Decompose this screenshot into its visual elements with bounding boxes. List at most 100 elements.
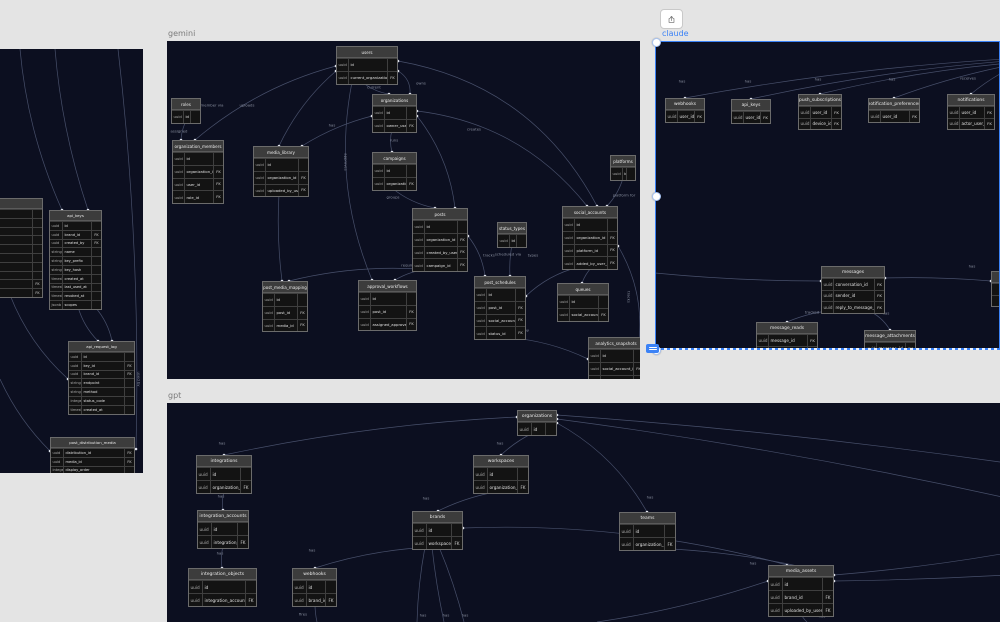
cell-key: FK <box>808 345 817 350</box>
edge-label: tracks <box>483 252 495 258</box>
table-row: uuid brand_id FK <box>769 590 833 603</box>
table-integration_accounts[interactable]: integration_accounts uuid id uuid integratio… <box>197 510 249 549</box>
table-organization_members[interactable]: organization_members uuid id uuid organizati… <box>172 140 224 205</box>
table-analytics_snapshots[interactable]: analytics_snapshots uuid id uuid social_acco… <box>588 337 640 379</box>
table-header: post_distribution_media <box>51 438 134 448</box>
cell-key: FK <box>407 317 416 331</box>
table-row: uuidid <box>198 522 248 535</box>
table-row: uuiduser_idFK <box>799 106 841 118</box>
edge <box>496 336 589 360</box>
table-notification_preferences[interactable]: notification_preferences uuid user_id FK <box>868 98 920 123</box>
table-post_distribution_media[interactable]: post_distribution_media uuid distribution_… <box>50 437 135 473</box>
table-roles[interactable]: roles uuid id <box>171 98 201 124</box>
cell-name: id <box>532 422 546 435</box>
table-row <box>0 226 42 236</box>
table-post_schedules[interactable]: post_schedules uuid id uuid post_id FK uuid soc… <box>474 276 526 341</box>
table-post_media_mapping[interactable]: post_media_mapping uuid id uuid post_id FK uui… <box>262 281 308 333</box>
selection-handle-top-left[interactable] <box>651 37 661 47</box>
table-media_library[interactable]: media_library uuid id uuid organization_id FK… <box>253 146 309 198</box>
cell-name: social_account_id <box>487 313 516 327</box>
table-organizations[interactable]: organizations uuid id <box>517 410 557 436</box>
cell-type: string <box>69 378 82 388</box>
cell-key <box>634 349 640 362</box>
table-messages[interactable]: messages uuid conversation_id FK uuid sender_… <box>821 266 885 314</box>
table-api_keys[interactable]: api_keys uuid user_id FK <box>731 99 771 124</box>
frame-gpt[interactable]: hashashashashashashashashasfireshashasha… <box>167 403 1000 622</box>
frame-label-gemini[interactable]: gemini <box>168 29 195 39</box>
cell-type: uuid <box>563 256 575 270</box>
table-media_assets[interactable]: media_assets uuid id uuid brand_id FK uuid uplo… <box>768 565 834 617</box>
diagram-canvas[interactable]: used by FK FK api_keys uuid id uuid brand_id FK u… <box>0 0 1000 622</box>
table-row: uuidid <box>69 352 134 361</box>
table-webhooks[interactable]: webhooks uuid user_id FK <box>665 98 705 123</box>
table-row: uuiduser_idFK <box>732 111 770 123</box>
edge <box>0 378 51 452</box>
table-status_types[interactable]: status_types uuid id <box>497 222 527 248</box>
table-social_accounts[interactable]: social_accounts uuid id uuid organization_id… <box>562 206 618 271</box>
table-api_keys[interactable]: api_keys uuid id uuid brand_id FK uuid created_… <box>49 210 102 310</box>
table-campaigns[interactable]: campaignsuuididuuidorganization_idFK <box>372 152 417 191</box>
frame-label-gpt[interactable]: gpt <box>168 391 181 401</box>
table-row: uuid campaign_id FK <box>413 258 467 272</box>
table-posts[interactable]: posts uuid id uuid organization_id FK uuid crea… <box>412 208 468 273</box>
cell-type: uuid <box>373 106 385 119</box>
frame-claude[interactable]: has has has has receives tracked has has webhook… <box>655 41 1000 349</box>
table-partial[interactable] <box>991 271 1000 307</box>
cell-name: id <box>783 577 823 590</box>
frame-label-claude[interactable]: claude <box>662 29 689 39</box>
cell-name: user_id <box>185 177 214 191</box>
frame-left[interactable]: used by FK FK api_keys uuid id uuid brand_id FK u… <box>0 49 143 473</box>
edge <box>277 193 283 282</box>
selection-badge[interactable] <box>646 344 659 353</box>
cell-key: FK <box>458 245 467 259</box>
table-approval_workflows[interactable]: approval_workflows uuid id uuid post_id FK uui… <box>358 280 417 332</box>
table-integration_objects[interactable]: integration_objects uuid id uuid integration… <box>188 568 257 607</box>
table-brands[interactable]: brandsuuididuuidworkspace_idFK <box>412 511 463 550</box>
edge-label: types <box>527 252 539 258</box>
table-row: uuid media_id FK <box>263 318 307 332</box>
table-row: uuidcurrent_organization_idFK <box>337 70 397 84</box>
frame-gemini[interactable]: current owns member via assigned uploads has r… <box>167 41 640 379</box>
cell-type: uuid <box>337 58 349 71</box>
cell-name: id <box>385 164 407 177</box>
table-platforms[interactable]: platformsuuidid <box>610 155 636 181</box>
cell-type: string <box>50 247 63 257</box>
cell-key <box>246 580 256 593</box>
table-message_attachments[interactable]: message_attachments uuid message_id FK <box>864 330 916 349</box>
edge <box>19 49 63 211</box>
table-header: queues <box>558 284 608 295</box>
table-row: timestamplast_used_at <box>50 282 101 292</box>
table-push_subscriptions[interactable]: push_subscriptions uuid user_id FK uuid devic… <box>798 94 842 130</box>
table-row: string method <box>69 387 134 396</box>
cell-type: uuid <box>558 307 570 321</box>
table-teams[interactable]: teams uuid id uuid organization_id FK <box>619 512 676 551</box>
selection-handle-mid-left[interactable] <box>651 191 661 201</box>
table-queues[interactable]: queuesuuididuuidsocial_account_idFK <box>557 283 609 322</box>
table-row: string endpoint <box>69 378 134 388</box>
table-row <box>0 261 42 271</box>
cell-type: jsonb <box>50 300 63 309</box>
cell-name <box>0 226 33 236</box>
table-users[interactable]: usersuuididuuidcurrent_organization_idFK <box>336 46 398 85</box>
cell-name: uploaded_by_user_id <box>266 183 299 197</box>
table-api_request_log[interactable]: api_request_log uuid id uuid key_id FK uuid bra… <box>68 341 135 415</box>
table-notifications[interactable]: notifications uuid user_id FK uuid actor_user… <box>947 94 995 130</box>
table-webhooks[interactable]: webhooks uuid id uuid brand_id FK <box>292 568 337 607</box>
table-header: notifications <box>948 95 994 106</box>
edge <box>391 187 436 209</box>
table-partial[interactable]: FK FK <box>0 198 43 298</box>
table-message_reads[interactable]: message_readsuuidmessage_idFKuuiduser_id… <box>756 322 818 349</box>
cell-name: id <box>510 234 517 247</box>
edge-label: has <box>328 122 336 128</box>
table-row: uuidid <box>518 422 556 435</box>
table-header: webhooks <box>666 99 704 110</box>
share-button[interactable] <box>660 9 683 29</box>
cell-key: FK <box>299 170 308 184</box>
table-organizations[interactable]: organizationsuuididuuidowner_user_idFK <box>372 94 417 133</box>
table-row: uuid distribution_id FK <box>51 448 134 457</box>
cell-type: uuid <box>611 167 623 180</box>
table-integrations[interactable]: integrationsuuididuuidorganization_idFK <box>196 455 252 494</box>
table-workspaces[interactable]: workspacesuuididuuidorganization_idFK <box>473 455 529 494</box>
edge-label: has <box>496 440 504 446</box>
cell-type: uuid <box>474 480 488 493</box>
